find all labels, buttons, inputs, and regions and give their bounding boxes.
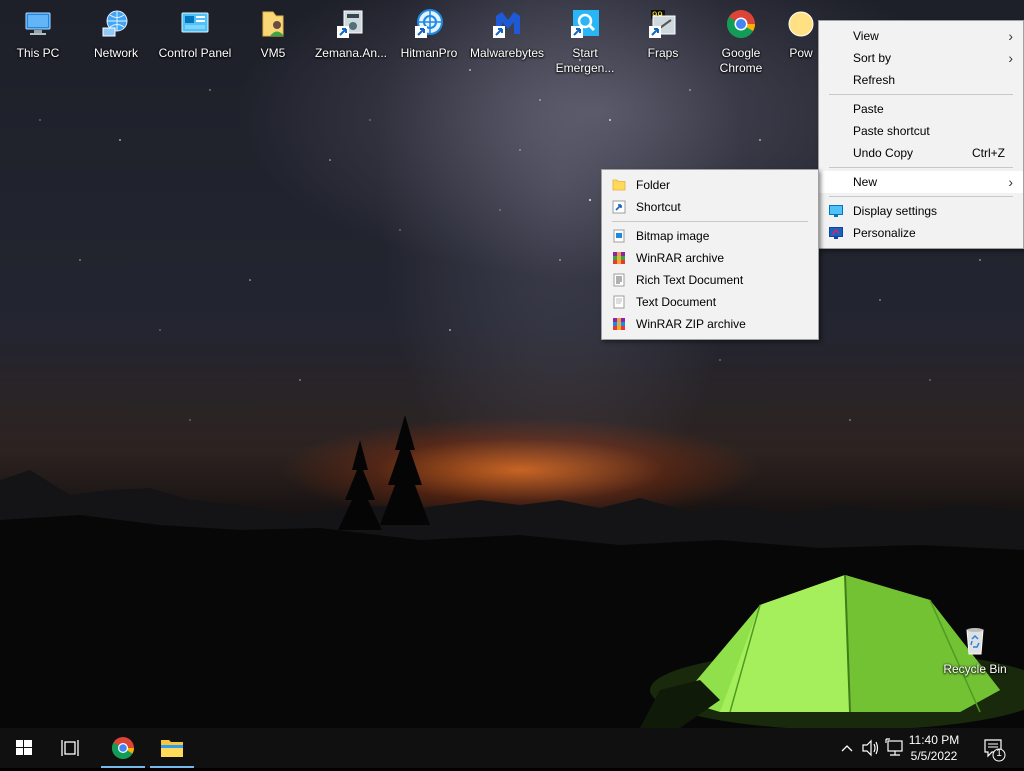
chrome-icon: [727, 10, 755, 38]
menu-item-sort-by[interactable]: Sort by ›: [819, 47, 1023, 69]
taskbar: 11:40 PM 5/5/2022 1: [0, 728, 1024, 768]
winrar-zip-icon: [613, 318, 625, 330]
display-settings-icon: [829, 205, 843, 217]
submenu-item-folder[interactable]: Folder: [602, 174, 818, 196]
desktop-icon-hitmanpro[interactable]: HitmanPro: [391, 4, 467, 61]
recycle-bin-icon: [966, 628, 984, 655]
notification-count-badge: 1: [996, 748, 1002, 759]
personalize-icon: [829, 227, 843, 239]
volume-button[interactable]: [860, 728, 882, 768]
desktop-icon-vm5[interactable]: VM5: [235, 4, 311, 61]
menu-item-undo-copy[interactable]: Undo Copy Ctrl+Z: [819, 142, 1023, 164]
submenu-item-bitmap-image[interactable]: Bitmap image: [602, 225, 818, 247]
chevron-right-icon: ›: [1008, 28, 1013, 44]
windows-logo-icon: [16, 740, 32, 755]
chrome-icon: [112, 737, 134, 759]
shortcut-text: Ctrl+Z: [972, 146, 1005, 160]
winrar-icon: [613, 252, 625, 264]
menu-item-refresh[interactable]: Refresh: [819, 69, 1023, 91]
installer-icon: [337, 10, 363, 38]
desktop-icon-google-chrome[interactable]: Google Chrome: [703, 4, 779, 76]
power-icon: [788, 11, 814, 37]
network-status-button[interactable]: [884, 728, 906, 768]
fraps-icon: 99: [649, 10, 676, 38]
file-explorer-icon: [161, 740, 183, 757]
volume-icon: [862, 739, 879, 757]
control-panel-icon: [181, 12, 209, 33]
hitmanpro-icon: [415, 9, 443, 38]
submenu-item-winrar-archive[interactable]: WinRAR archive: [602, 247, 818, 269]
clock-time: 11:40 PM: [908, 733, 960, 747]
clock-date: 5/5/2022: [910, 749, 958, 763]
menu-separator: [829, 167, 1013, 168]
desktop-icon-this-pc[interactable]: This PC: [0, 4, 76, 61]
show-hidden-icons-button[interactable]: [838, 728, 856, 768]
chevron-right-icon: ›: [1008, 174, 1013, 190]
task-view-button[interactable]: [48, 728, 96, 768]
chevron-up-icon: [841, 745, 853, 752]
user-folder-icon: [262, 11, 284, 37]
submenu-item-text-document[interactable]: Text Document: [602, 291, 818, 313]
menu-item-new[interactable]: New ›: [819, 171, 1023, 193]
desktop-icon-control-panel[interactable]: Control Panel: [157, 4, 233, 61]
bitmap-icon: [613, 229, 625, 243]
new-submenu: Folder Shortcut Bitmap image WinRAR arch…: [601, 169, 819, 340]
text-document-icon: [613, 295, 625, 309]
desktop-icon-malwarebytes[interactable]: Malwarebytes: [469, 4, 545, 61]
desktop-icon-network[interactable]: Network: [78, 4, 154, 61]
menu-separator: [612, 221, 808, 222]
desktop-icon-recycle-bin[interactable]: Recycle Bin: [937, 620, 1013, 677]
submenu-item-winrar-zip-archive[interactable]: WinRAR ZIP archive: [602, 313, 818, 335]
this-pc-icon: [25, 12, 51, 35]
action-center-button[interactable]: 1: [978, 728, 1010, 768]
notification-icon: [984, 739, 1006, 762]
chevron-right-icon: ›: [1008, 50, 1013, 66]
menu-item-paste-shortcut[interactable]: Paste shortcut: [819, 120, 1023, 142]
submenu-item-rich-text-document[interactable]: Rich Text Document: [602, 269, 818, 291]
desktop-icon-zemana[interactable]: Zemana.An...: [313, 4, 389, 61]
menu-item-view[interactable]: View ›: [819, 25, 1023, 47]
rich-text-icon: [613, 273, 625, 287]
clock[interactable]: 11:40 PM 5/5/2022: [904, 732, 964, 764]
network-wired-icon: [885, 738, 903, 756]
menu-item-paste[interactable]: Paste: [819, 98, 1023, 120]
desktop-icon-start-emergency-kit[interactable]: Start Emergen...: [547, 4, 623, 76]
taskbar-chrome-button[interactable]: [99, 728, 147, 768]
menu-item-display-settings[interactable]: Display settings: [819, 200, 1023, 222]
menu-separator: [829, 94, 1013, 95]
start-button[interactable]: [0, 728, 48, 768]
menu-separator: [829, 196, 1013, 197]
submenu-item-shortcut[interactable]: Shortcut: [602, 196, 818, 218]
network-icon: [102, 10, 128, 37]
shortcut-icon: [612, 200, 626, 214]
desktop-icon-fraps[interactable]: 99 Fraps: [625, 4, 701, 61]
menu-item-personalize[interactable]: Personalize: [819, 222, 1023, 244]
desktop-context-menu: View › Sort by › Refresh Paste Paste sho…: [818, 20, 1024, 249]
emergency-kit-icon: [571, 10, 599, 38]
desktop-icon-pow[interactable]: Pow: [781, 4, 821, 61]
folder-icon: [612, 179, 626, 191]
task-view-icon: [61, 740, 79, 756]
malwarebytes-icon: [493, 12, 520, 38]
taskbar-file-explorer-button[interactable]: [148, 728, 196, 768]
